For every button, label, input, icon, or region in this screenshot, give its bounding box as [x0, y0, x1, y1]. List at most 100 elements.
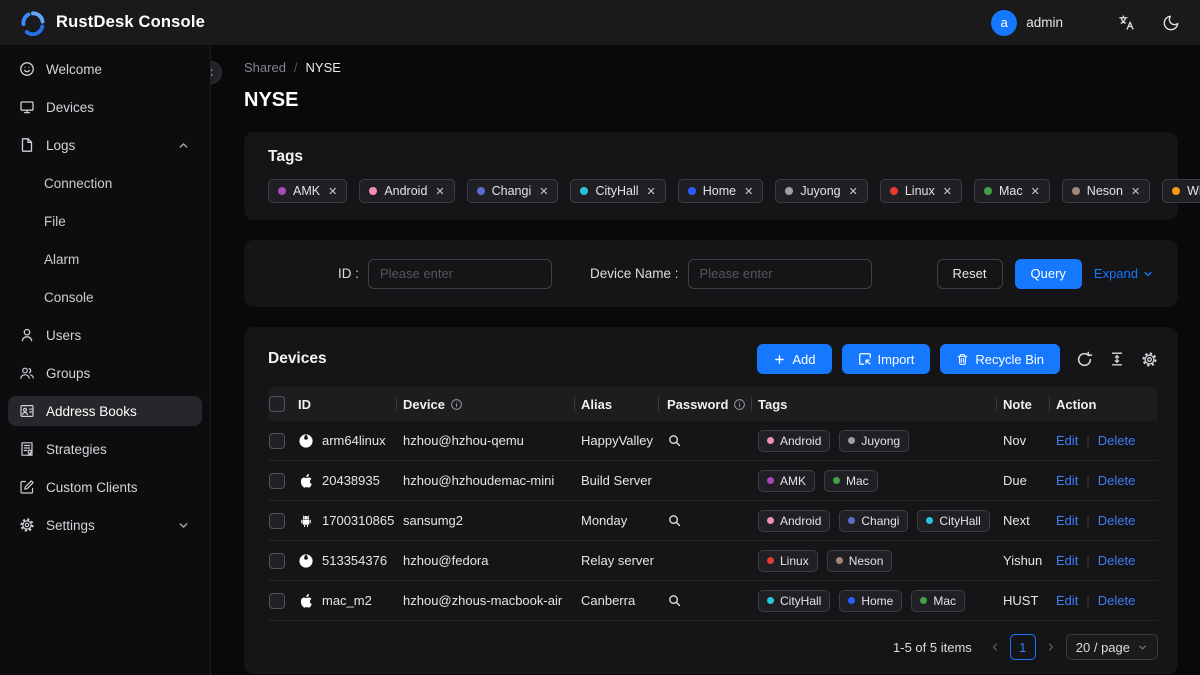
tag-chip[interactable]: Home✕ [678, 179, 764, 203]
row-checkbox[interactable] [269, 433, 285, 449]
row-checkbox[interactable] [269, 473, 285, 489]
pagination: 1-5 of 5 items 1 20 / page [244, 621, 1178, 660]
close-icon[interactable]: ✕ [1031, 185, 1040, 198]
sidebar-item-address-books[interactable]: Address Books [8, 396, 202, 426]
tag-color-dot [984, 187, 992, 195]
device-name: hzhou@zhous-macbook-air [403, 593, 581, 608]
device-name: hzhou@hzhou-qemu [403, 433, 581, 448]
row-checkbox[interactable] [269, 593, 285, 609]
sidebar-subitem-connection[interactable]: Connection [8, 168, 202, 198]
sidebar-item-strategies[interactable]: Strategies [8, 434, 202, 464]
table-settings-button[interactable] [1141, 351, 1158, 368]
breadcrumb-current: NYSE [306, 60, 341, 75]
sidebar-subitem-console[interactable]: Console [8, 282, 202, 312]
tag-chip[interactable]: Android✕ [359, 179, 454, 203]
device-name-input[interactable] [688, 259, 872, 289]
close-icon[interactable]: ✕ [1131, 185, 1140, 198]
close-icon[interactable]: ✕ [435, 185, 444, 198]
add-device-button[interactable]: Add [757, 344, 831, 374]
device-alias: HappyValley [581, 433, 665, 448]
device-name: sansumg2 [403, 513, 581, 528]
info-icon[interactable] [450, 398, 463, 411]
sidebar-item-devices[interactable]: Devices [8, 92, 202, 122]
delete-link[interactable]: Delete [1098, 473, 1136, 488]
row-height-button[interactable] [1109, 351, 1125, 367]
close-icon[interactable]: ✕ [539, 185, 548, 198]
close-icon[interactable]: ✕ [744, 185, 753, 198]
tag-label: Juyong [861, 434, 900, 448]
info-icon[interactable] [733, 398, 746, 411]
user-menu[interactable]: a admin [991, 10, 1063, 36]
sidebar-item-groups[interactable]: Groups [8, 358, 202, 388]
table-row: mac_m2hzhou@zhous-macbook-airCanberraCit… [268, 581, 1158, 621]
query-button[interactable]: Query [1015, 259, 1082, 289]
tag-chip[interactable]: Juyong✕ [775, 179, 868, 203]
tag-label: Neson [849, 554, 884, 568]
sidebar-item-welcome[interactable]: Welcome [8, 54, 202, 84]
select-all-checkbox[interactable] [269, 396, 285, 412]
sidebar-subitem-file[interactable]: File [8, 206, 202, 236]
prev-page-icon[interactable] [989, 641, 1001, 653]
tag-chip[interactable]: CityHall✕ [570, 179, 665, 203]
edit-icon [19, 479, 35, 495]
tag-chip[interactable]: Linux✕ [880, 179, 962, 203]
delete-link[interactable]: Delete [1098, 513, 1136, 528]
tag-chip[interactable]: AMK✕ [268, 179, 347, 203]
row-checkbox[interactable] [269, 553, 285, 569]
tag-chip[interactable]: Neson✕ [1062, 179, 1150, 203]
close-icon[interactable]: ✕ [647, 185, 656, 198]
chevron-down-icon [177, 519, 190, 532]
edit-link[interactable]: Edit [1056, 553, 1078, 568]
table-header: ID Device Alias Password Tags Note Actio… [268, 387, 1158, 421]
tag-chip[interactable]: Mac✕ [974, 179, 1050, 203]
close-icon[interactable]: ✕ [849, 185, 858, 198]
language-icon[interactable] [1117, 13, 1136, 32]
sidebar-item-label: Custom Clients [46, 480, 190, 495]
tag-chip[interactable]: Changi✕ [467, 179, 559, 203]
edit-link[interactable]: Edit [1056, 593, 1078, 608]
next-page-icon[interactable] [1045, 641, 1057, 653]
devices-toolbar: Add Import Recycle Bin [757, 344, 1158, 374]
trash-icon [956, 353, 969, 366]
tag-color-dot [580, 187, 588, 195]
app-title: RustDesk Console [56, 13, 205, 32]
column-header-id: ID [298, 387, 403, 421]
edit-link[interactable]: Edit [1056, 473, 1078, 488]
view-password-icon[interactable] [667, 593, 682, 608]
tag-chip[interactable]: Windows✕ [1162, 179, 1200, 203]
sidebar-item-custom-clients[interactable]: Custom Clients [8, 472, 202, 502]
add-device-label: Add [792, 352, 815, 367]
dark-mode-toggle-icon[interactable] [1162, 14, 1180, 32]
linux-os-icon [298, 553, 314, 569]
delete-link[interactable]: Delete [1098, 433, 1136, 448]
delete-link[interactable]: Delete [1098, 553, 1136, 568]
close-icon[interactable]: ✕ [943, 185, 952, 198]
page-size-select[interactable]: 20 / page [1066, 634, 1158, 660]
close-icon[interactable]: ✕ [328, 185, 337, 198]
id-field-label: ID : [338, 266, 359, 281]
sidebar-collapse-button[interactable] [211, 61, 222, 84]
reset-button[interactable]: Reset [937, 259, 1003, 289]
recycle-bin-button[interactable]: Recycle Bin [940, 344, 1060, 374]
view-password-icon[interactable] [667, 513, 682, 528]
delete-link[interactable]: Delete [1098, 593, 1136, 608]
file-icon [19, 137, 35, 153]
sidebar-item-logs[interactable]: Logs [8, 130, 202, 160]
tag-color-dot [836, 557, 843, 564]
row-checkbox[interactable] [269, 513, 285, 529]
sidebar-subitem-alarm[interactable]: Alarm [8, 244, 202, 274]
expand-link[interactable]: Expand [1094, 266, 1154, 281]
refresh-button[interactable] [1076, 351, 1093, 368]
sidebar-item-users[interactable]: Users [8, 320, 202, 350]
sidebar-item-settings[interactable]: Settings [8, 510, 202, 540]
breadcrumb-parent[interactable]: Shared [244, 60, 286, 75]
sidebar-item-label: Address Books [46, 404, 190, 419]
id-input[interactable] [368, 259, 552, 289]
edit-link[interactable]: Edit [1056, 513, 1078, 528]
sidebar-item-label: Users [46, 328, 190, 343]
import-button[interactable]: Import [842, 344, 931, 374]
view-password-icon[interactable] [667, 433, 682, 448]
current-page[interactable]: 1 [1010, 634, 1036, 660]
edit-link[interactable]: Edit [1056, 433, 1078, 448]
sidebar-item-label: Strategies [46, 442, 190, 457]
